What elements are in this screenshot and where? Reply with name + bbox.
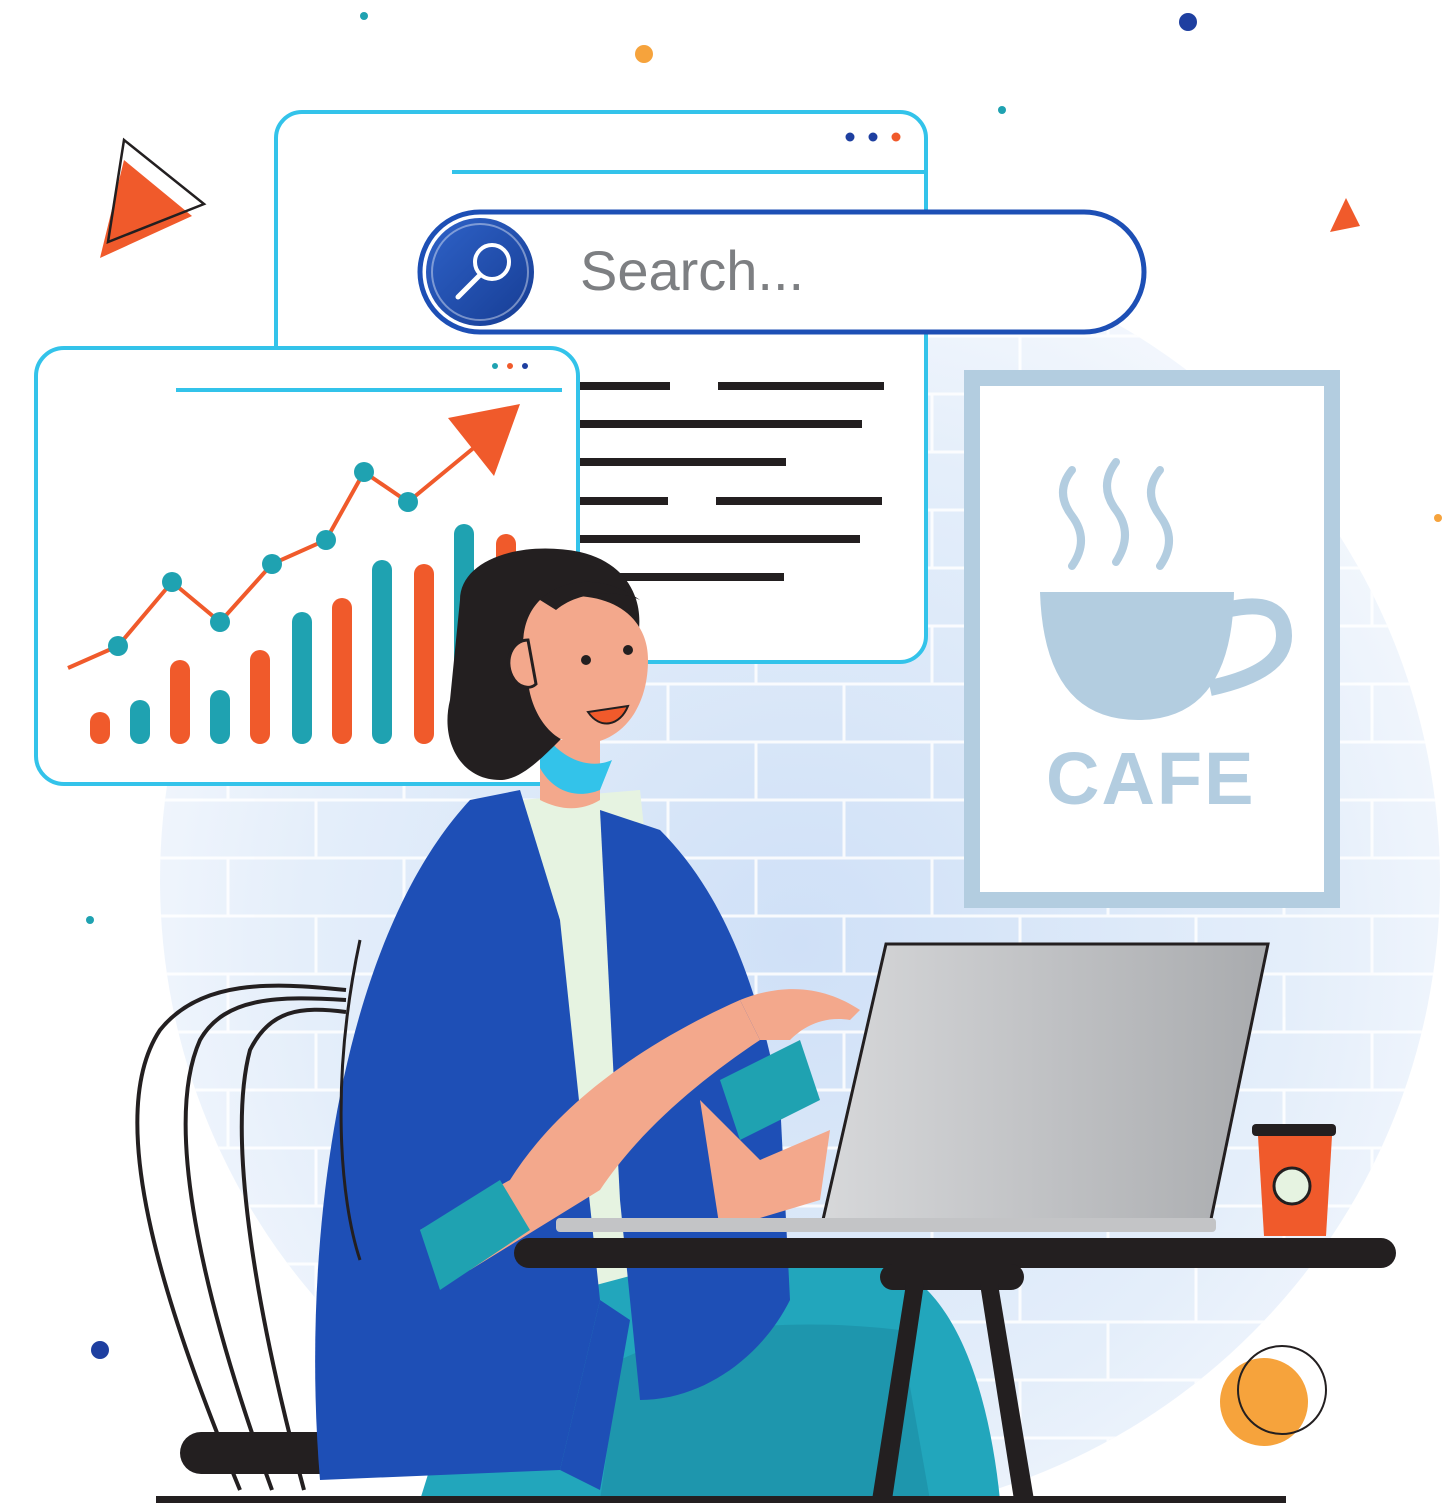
cafe-label: CAFE (1046, 737, 1255, 820)
floor-line (156, 1496, 1286, 1503)
search-bar[interactable]: Search... (417, 209, 1147, 335)
illustration: CAFE Search... (34, 12, 1442, 1503)
play-triangle-icon (100, 137, 207, 258)
small-triangle (1330, 198, 1360, 232)
search-input[interactable]: Search... (580, 239, 804, 302)
cafe-poster: CAFE (964, 370, 1340, 908)
coffee-cup (1252, 1124, 1336, 1236)
search-icon[interactable] (426, 218, 534, 326)
